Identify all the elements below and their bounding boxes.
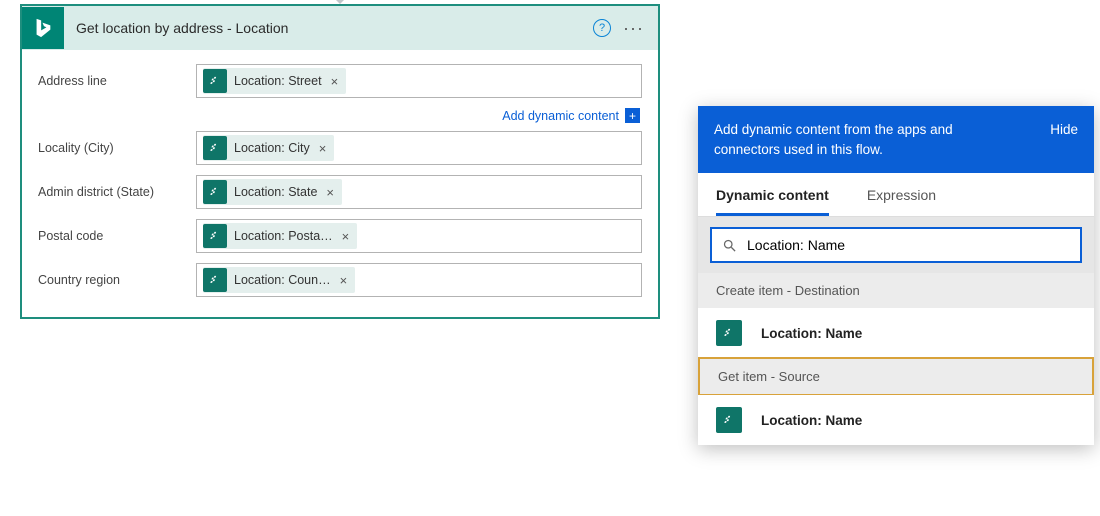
sharepoint-icon xyxy=(716,320,742,346)
sharepoint-icon xyxy=(203,69,227,93)
dynamic-content-panel: Add dynamic content from the apps and co… xyxy=(698,106,1094,445)
dc-item-location-name-1[interactable]: Location: Name xyxy=(698,395,1094,445)
dynamic-content-header-text: Add dynamic content from the apps and co… xyxy=(714,120,1014,159)
section-create-item-destination: Create item - Destination xyxy=(698,273,1094,308)
search-wrap xyxy=(698,217,1094,273)
add-dynamic-content-link[interactable]: Add dynamic content xyxy=(502,109,619,123)
token-remove-icon[interactable]: × xyxy=(340,273,348,288)
token-label: Location: Coun… xyxy=(234,273,331,287)
sharepoint-icon xyxy=(716,407,742,433)
token-remove-icon[interactable]: × xyxy=(331,74,339,89)
token-label: Location: State xyxy=(234,185,317,199)
more-icon[interactable]: ··· xyxy=(623,19,644,37)
field-row-address-line: Address line Location: Street × xyxy=(38,64,642,98)
sharepoint-icon xyxy=(203,224,227,248)
help-icon[interactable]: ? xyxy=(593,19,611,37)
action-body: Address line Location: Street × Add dyna… xyxy=(22,50,658,317)
search-icon xyxy=(722,238,737,253)
field-label: Country region xyxy=(38,273,196,287)
action-header: Get location by address - Location ? ··· xyxy=(22,6,658,50)
action-title: Get location by address - Location xyxy=(76,20,288,36)
token-location-city[interactable]: Location: City × xyxy=(203,135,334,161)
tab-dynamic-content[interactable]: Dynamic content xyxy=(716,173,829,216)
dynamic-content-header: Add dynamic content from the apps and co… xyxy=(698,106,1094,173)
add-dynamic-plus-icon[interactable]: + xyxy=(625,108,640,123)
token-label: Location: City xyxy=(234,141,310,155)
field-input-admin-district[interactable]: Location: State × xyxy=(196,175,642,209)
add-dynamic-content-row: Add dynamic content + xyxy=(38,108,640,123)
search-box[interactable] xyxy=(710,227,1082,263)
search-input[interactable] xyxy=(747,237,1070,253)
token-location-country[interactable]: Location: Coun… × xyxy=(203,267,355,293)
token-remove-icon[interactable]: × xyxy=(326,185,334,200)
sharepoint-icon xyxy=(203,180,227,204)
bing-icon xyxy=(22,7,64,49)
field-label: Address line xyxy=(38,74,196,88)
sharepoint-icon xyxy=(203,136,227,160)
field-input-postal-code[interactable]: Location: Posta… × xyxy=(196,219,642,253)
field-input-address-line[interactable]: Location: Street × xyxy=(196,64,642,98)
field-row-country-region: Country region Location: Coun… × xyxy=(38,263,642,297)
field-row-postal-code: Postal code Location: Posta… × xyxy=(38,219,642,253)
action-card: Get location by address - Location ? ···… xyxy=(20,4,660,319)
dc-item-label: Location: Name xyxy=(761,326,862,341)
token-remove-icon[interactable]: × xyxy=(342,229,350,244)
token-label: Location: Posta… xyxy=(234,229,333,243)
section-get-item-source: Get item - Source xyxy=(698,357,1094,396)
dc-item-location-name-0[interactable]: Location: Name xyxy=(698,308,1094,358)
sharepoint-icon xyxy=(203,268,227,292)
field-label: Locality (City) xyxy=(38,141,196,155)
field-row-admin-district: Admin district (State) Location: State × xyxy=(38,175,642,209)
token-location-state[interactable]: Location: State × xyxy=(203,179,342,205)
token-label: Location: Street xyxy=(234,74,322,88)
token-location-postal[interactable]: Location: Posta… × xyxy=(203,223,357,249)
dynamic-content-tabs: Dynamic content Expression xyxy=(698,173,1094,217)
field-input-country-region[interactable]: Location: Coun… × xyxy=(196,263,642,297)
tab-expression[interactable]: Expression xyxy=(867,173,936,216)
field-label: Admin district (State) xyxy=(38,185,196,199)
dc-item-label: Location: Name xyxy=(761,413,862,428)
field-input-locality[interactable]: Location: City × xyxy=(196,131,642,165)
field-row-locality: Locality (City) Location: City × xyxy=(38,131,642,165)
field-label: Postal code xyxy=(38,229,196,243)
token-location-street[interactable]: Location: Street × xyxy=(203,68,346,94)
hide-button[interactable]: Hide xyxy=(1050,120,1078,140)
token-remove-icon[interactable]: × xyxy=(319,141,327,156)
